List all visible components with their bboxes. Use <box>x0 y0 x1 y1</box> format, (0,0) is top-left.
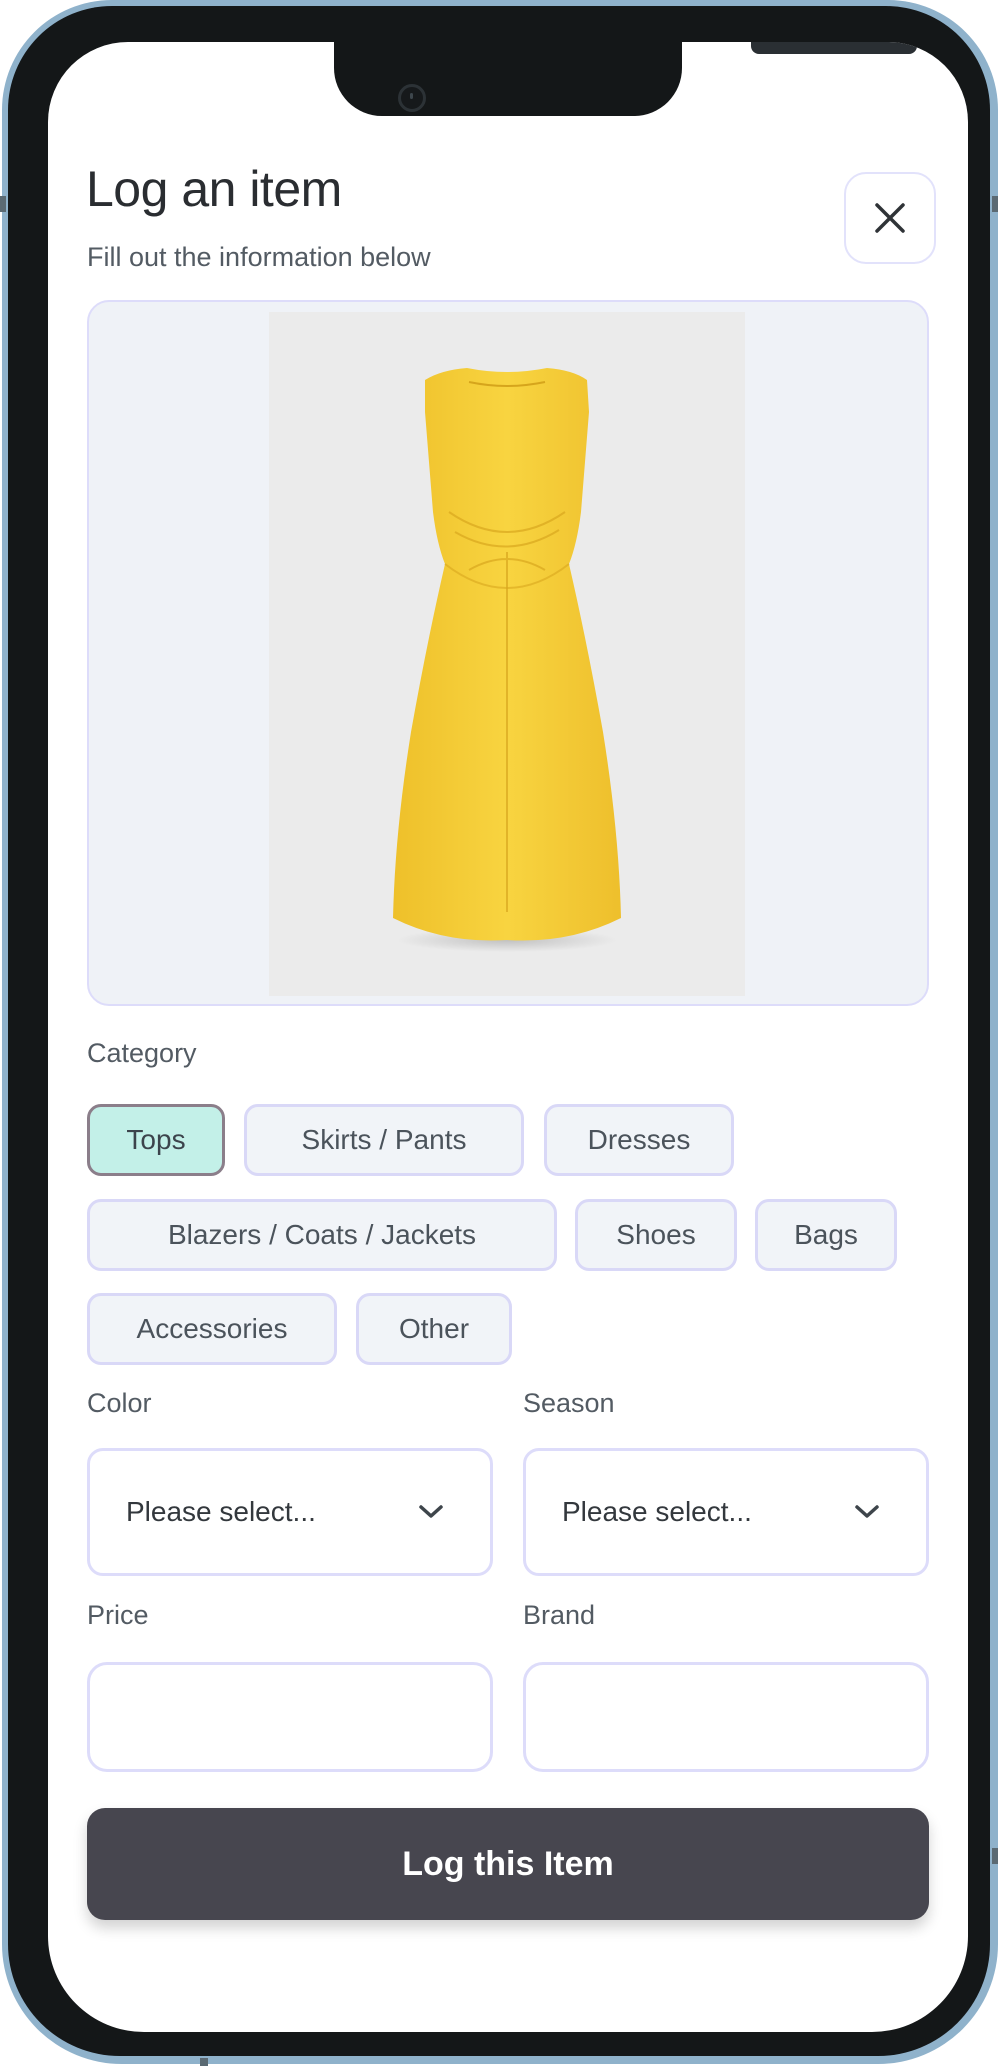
category-chip-bags[interactable]: Bags <box>755 1199 897 1271</box>
phone-frame: Log an item Fill out the information bel… <box>8 6 990 2056</box>
app-screen: Log an item Fill out the information bel… <box>48 42 968 2032</box>
speaker-grille <box>751 42 917 54</box>
color-select[interactable]: Please select... <box>87 1448 493 1576</box>
category-chip-skirts-pants[interactable]: Skirts / Pants <box>244 1104 524 1176</box>
category-chip-accessories[interactable]: Accessories <box>87 1293 337 1365</box>
item-image-card[interactable] <box>87 300 929 1006</box>
camera-icon <box>398 84 426 112</box>
color-label: Color <box>87 1388 152 1418</box>
season-select-value: Please select... <box>562 1496 752 1527</box>
category-chip-blazers-coats-jackets[interactable]: Blazers / Coats / Jackets <box>87 1199 557 1271</box>
category-chip-tops[interactable]: Tops <box>87 1104 225 1176</box>
category-label: Category <box>87 1038 197 1068</box>
price-label: Price <box>87 1600 149 1630</box>
phone-notch <box>334 42 917 116</box>
season-select[interactable]: Please select... <box>523 1448 929 1576</box>
chevron-down-icon <box>855 1505 879 1518</box>
color-select-value: Please select... <box>126 1496 316 1527</box>
category-chip-other[interactable]: Other <box>356 1293 512 1365</box>
close-icon <box>875 203 905 233</box>
dress-image <box>393 368 621 952</box>
page-title: Log an item <box>86 161 342 217</box>
category-chip-shoes[interactable]: Shoes <box>575 1199 737 1271</box>
price-input[interactable] <box>87 1662 493 1772</box>
phone-side-button <box>0 196 6 212</box>
item-photo <box>269 312 745 996</box>
brand-input[interactable] <box>523 1662 929 1772</box>
page-subtitle: Fill out the information below <box>87 242 431 272</box>
phone-side-button <box>992 1848 998 1864</box>
log-item-button[interactable]: Log this Item <box>87 1808 929 1920</box>
phone-side-button <box>200 2058 208 2066</box>
category-chip-dresses[interactable]: Dresses <box>544 1104 734 1176</box>
close-button[interactable] <box>844 172 936 264</box>
chevron-down-icon <box>419 1505 443 1518</box>
brand-label: Brand <box>523 1600 596 1630</box>
season-label: Season <box>523 1388 615 1418</box>
phone-side-button <box>992 196 998 212</box>
